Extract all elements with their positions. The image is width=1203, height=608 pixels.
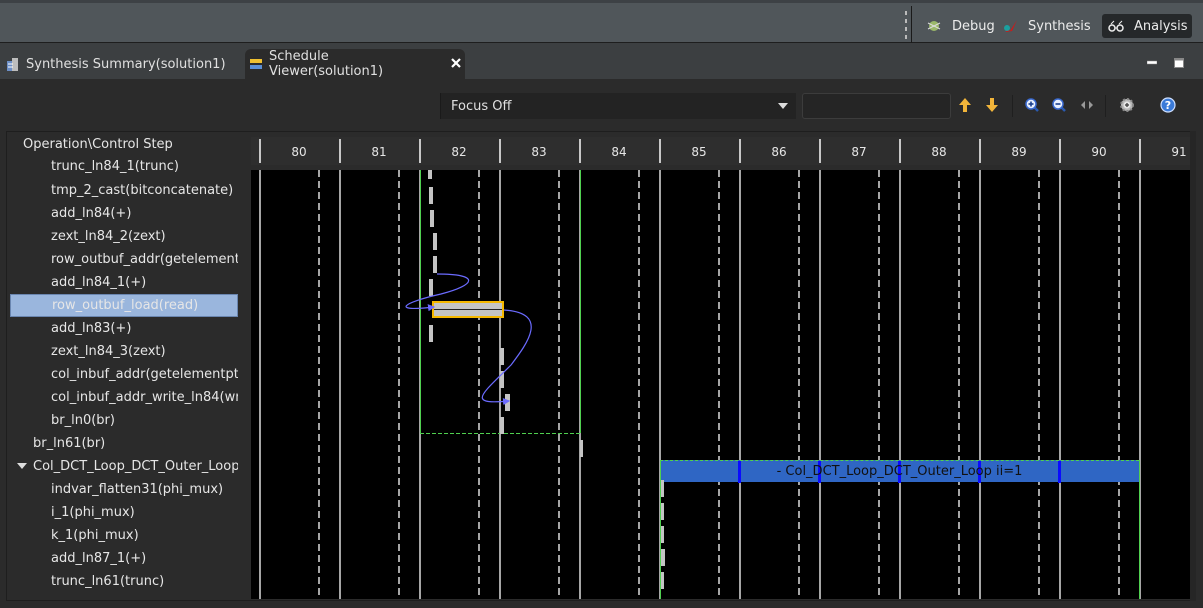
tree-row[interactable]: zext_ln84_3(zext)	[10, 340, 238, 363]
bug-icon	[926, 19, 942, 33]
tree-row-label: br_ln61(br)	[33, 436, 106, 451]
step-label: 83	[531, 145, 547, 159]
arrow-down-icon[interactable]	[983, 96, 1001, 114]
step-label: 90	[1091, 145, 1107, 159]
svg-text:?: ?	[1165, 99, 1171, 112]
toolbar-grip[interactable]	[905, 11, 907, 41]
tab-schedule-viewer[interactable]: Schedule Viewer(solution1)	[245, 49, 465, 79]
schedule-icon	[249, 57, 263, 71]
tree-row-label: zext_ln84_3(zext)	[51, 344, 166, 359]
tree-row-label: br_ln0(br)	[51, 413, 115, 428]
vertical-scrollbar[interactable]	[1190, 131, 1196, 601]
tree-row[interactable]: tmp_2_cast(bitconcatenate)	[10, 179, 238, 202]
chevron-down-icon	[778, 103, 788, 109]
tree-row-label: add_ln83(+)	[51, 321, 132, 336]
tree-row-label: indvar_flatten31(phi_mux)	[51, 482, 224, 497]
zoom-out-icon[interactable]	[1050, 96, 1068, 114]
editor-tab-bar: Synthesis Summary(solution1) Schedule Vi…	[0, 43, 1203, 79]
expand-triangle-icon[interactable]	[17, 463, 27, 469]
perspective-synthesis[interactable]: Synthesis	[996, 14, 1097, 38]
tree-row-label: trunc_ln61(trunc)	[51, 574, 165, 589]
focus-dropdown-value: Focus Off	[451, 98, 512, 114]
synthesis-icon	[1002, 19, 1018, 33]
tree-row-label: col_inbuf_addr(getelementptr)	[51, 367, 238, 382]
settings-icon[interactable]	[1118, 96, 1136, 114]
tree-row[interactable]: zext_ln84_2(zext)	[10, 225, 238, 248]
step-label: 85	[691, 145, 707, 159]
tree-row[interactable]: add_ln83(+)	[10, 317, 238, 340]
tree-row-label: row_outbuf_load(read)	[52, 298, 199, 313]
tree-row-label: add_ln84(+)	[51, 206, 132, 221]
arrow-up-icon[interactable]	[956, 96, 974, 114]
dependency-arrow	[481, 309, 532, 406]
tree-row[interactable]: row_outbuf_addr(getelementptr)	[10, 248, 238, 271]
tree-row-label: i_1(phi_mux)	[51, 505, 135, 520]
step-label: 89	[1011, 145, 1027, 159]
step-label: 88	[931, 145, 947, 159]
help-icon[interactable]: ?	[1159, 96, 1177, 114]
dependency-layer	[405, 273, 532, 406]
control-step-header: 80 81 82 83 84 85 86 87 88 89 90 91	[251, 137, 1190, 165]
step-label: 80	[291, 145, 307, 159]
tree-row[interactable]: add_ln87_1(+)	[10, 547, 238, 570]
tree-row-label: tmp_2_cast(bitconcatenate)	[51, 183, 234, 198]
tree-row[interactable]: indvar_flatten31(phi_mux)	[10, 478, 238, 501]
focus-dropdown[interactable]: Focus Off	[440, 93, 796, 119]
tree-row[interactable]: col_inbuf_addr(getelementptr)	[10, 363, 238, 386]
glasses-icon	[1108, 19, 1124, 33]
step-label: 81	[371, 145, 387, 159]
search-input[interactable]	[802, 93, 951, 119]
tree-row[interactable]: row_outbuf_load(read)	[10, 294, 238, 317]
tree-row-label: Col_DCT_Loop_DCT_Outer_Loop	[33, 459, 238, 474]
tree-row[interactable]: add_ln84_1(+)	[10, 271, 238, 294]
tree-row[interactable]: add_ln84(+)	[10, 202, 238, 225]
tree-row[interactable]: br_ln61(br)	[10, 432, 238, 455]
tree-header: Operation\Control Step	[23, 137, 173, 152]
schedule-canvas[interactable]: - Col_DCT_Loop_DCT_Outer_Loop ii=1	[251, 170, 1190, 599]
tree-row[interactable]: Col_DCT_Loop_DCT_Outer_Loop	[10, 455, 238, 478]
step-label: 86	[771, 145, 787, 159]
divider	[1012, 95, 1013, 117]
tree-row[interactable]: trunc_ln84_1(trunc)	[10, 156, 238, 178]
close-tab-icon[interactable]	[451, 57, 461, 72]
tree-row-label: k_1(phi_mux)	[51, 528, 139, 543]
fit-width-icon[interactable]	[1078, 96, 1096, 114]
perspective-analysis[interactable]: Analysis	[1102, 14, 1192, 38]
perspective-debug-label: Debug	[952, 18, 995, 34]
perspective-debug[interactable]: Debug	[920, 14, 1001, 38]
tree-row[interactable]: trunc_ln61(trunc)	[10, 570, 238, 593]
tree-row[interactable]: col_inbuf_addr_write_ln84(write)	[10, 386, 238, 409]
perspective-analysis-label: Analysis	[1134, 18, 1188, 34]
step-label: 84	[611, 145, 627, 159]
dependency-arrow	[405, 273, 470, 312]
tab-synthesis-summary-label: Synthesis Summary(solution1)	[26, 56, 226, 72]
report-icon	[6, 57, 20, 71]
tree-row-label: trunc_ln84_1(trunc)	[51, 159, 179, 174]
tree-row[interactable]: i_1(phi_mux)	[10, 501, 238, 524]
tree-row-label: zext_ln84_2(zext)	[51, 229, 166, 244]
tab-synthesis-summary[interactable]: Synthesis Summary(solution1)	[2, 49, 238, 79]
step-label: 82	[451, 145, 467, 159]
perspective-synthesis-label: Synthesis	[1028, 18, 1091, 34]
tree-row[interactable]: br_ln0(br)	[10, 409, 238, 432]
perspective-bar: Debug Synthesis Analysis	[0, 0, 1203, 46]
divider	[911, 6, 912, 46]
operation-tree: trunc_ln84_1(trunc) tmp_2_cast(bitconcate…	[10, 156, 238, 600]
divider	[1105, 95, 1106, 117]
tab-schedule-viewer-label: Schedule Viewer(solution1)	[269, 49, 384, 79]
tree-row-label: row_outbuf_addr(getelementptr)	[51, 252, 238, 267]
tree-row[interactable]: k_1(phi_mux)	[10, 524, 238, 547]
tree-row-label: add_ln84_1(+)	[51, 275, 147, 290]
minimize-icon[interactable]	[1146, 53, 1158, 65]
zoom-in-icon[interactable]	[1023, 96, 1041, 114]
tree-row-label: col_inbuf_addr_write_ln84(write)	[51, 390, 238, 405]
step-label: 87	[851, 145, 867, 159]
tree-row-label: add_ln87_1(+)	[51, 551, 147, 566]
maximize-icon[interactable]	[1174, 53, 1184, 68]
